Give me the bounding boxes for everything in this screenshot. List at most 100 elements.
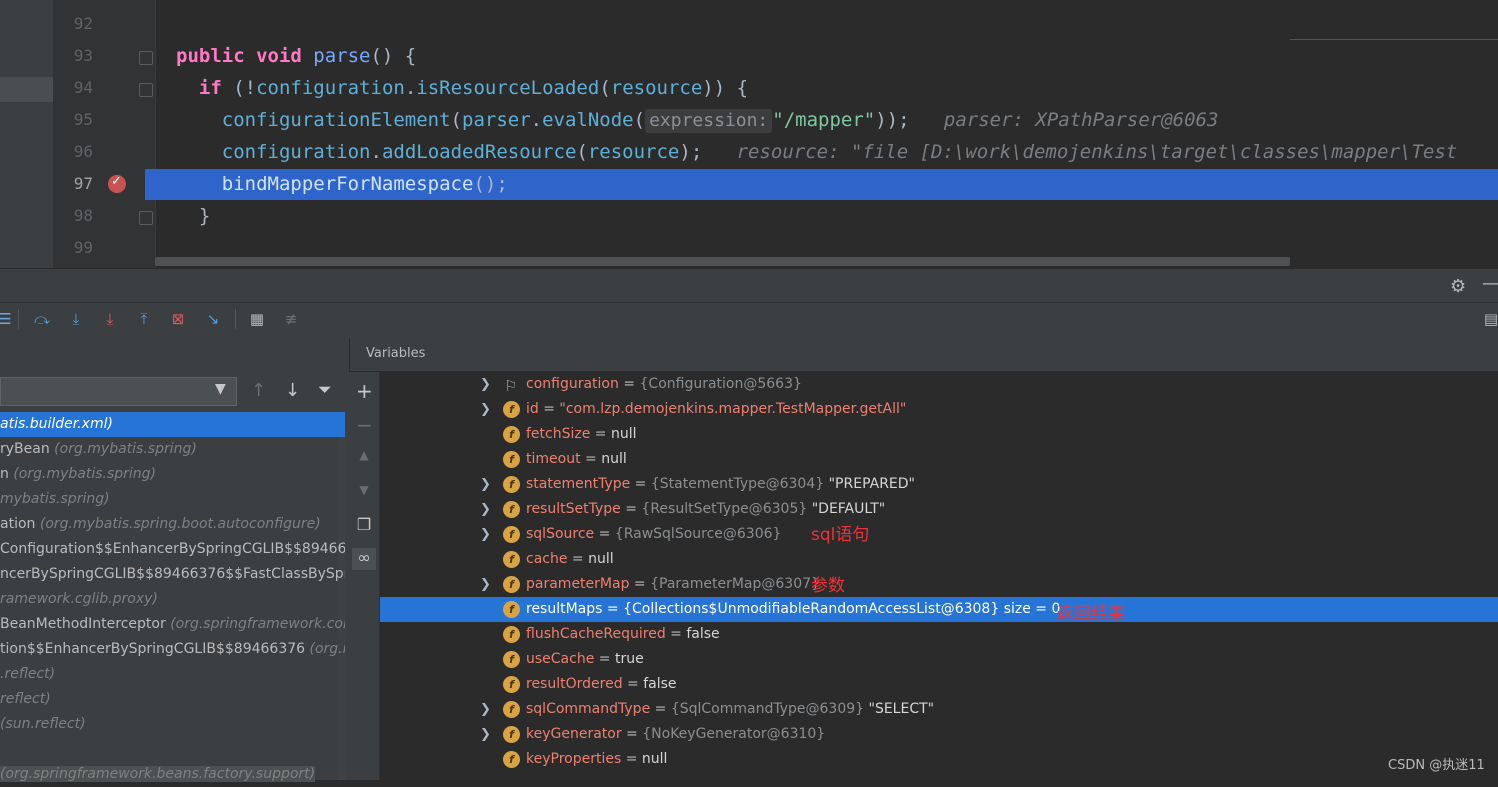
variable-row[interactable]: f resultMaps = {Collections$UnmodifiableR… (380, 597, 1498, 622)
run-to-cursor-icon[interactable]: ↘ (202, 308, 224, 330)
stack-frame[interactable]: ncerBySpringCGLIB$$89466376$$FastClassBy… (0, 562, 345, 587)
code-line[interactable]: configurationElement(parser.evalNode(exp… (176, 104, 1218, 136)
expand-arrow-icon[interactable]: ❯ (480, 722, 491, 747)
expand-arrow-icon[interactable]: ❯ (480, 522, 491, 547)
variable-row[interactable]: f cache = null (380, 547, 1498, 572)
expand-arrow-icon[interactable]: ❯ (480, 372, 491, 397)
fold-marker-icon[interactable] (139, 51, 153, 65)
stack-frame[interactable] (0, 737, 345, 762)
code-token: ( (576, 141, 588, 163)
code-token: . (530, 109, 543, 131)
drop-frame-icon[interactable]: ⊠ (167, 308, 189, 330)
annotation-result: 返回结果 (1057, 604, 1125, 624)
stack-frame[interactable]: Configuration$$EnhancerBySpringCGLIB$$89… (0, 537, 345, 562)
code-line[interactable]: configuration.addLoadedResource(resource… (176, 136, 1457, 168)
stack-frame[interactable]: ramework.cglib.proxy) (0, 587, 345, 612)
watches-glasses-icon[interactable]: ∞ (352, 548, 376, 570)
toolbar-separator (18, 309, 19, 329)
thread-selector[interactable]: ▼ (0, 377, 237, 406)
equals-sign: = (590, 426, 611, 442)
line-number[interactable]: 97 (53, 168, 93, 200)
variable-row[interactable]: ❯ f id = "com.lzp.demojenkins.mapper.TestM… (380, 397, 1498, 422)
code-line[interactable]: public void parse() { (176, 40, 416, 72)
expand-arrow-icon[interactable]: ❯ (480, 472, 491, 497)
line-number[interactable]: 98 (53, 200, 93, 232)
field-icon: f (503, 651, 520, 668)
stack-frame[interactable]: mybatis.spring) (0, 487, 345, 512)
step-out-icon[interactable]: ⤒ (133, 308, 155, 330)
stack-frame[interactable]: ation (org.mybatis.spring.boot.autoconfi… (0, 512, 345, 537)
remove-watch-icon[interactable]: − (356, 413, 373, 437)
line-number[interactable]: 92 (53, 8, 93, 40)
code-token: resource (587, 141, 680, 163)
variables-header: Variables (349, 338, 1498, 372)
frame-method: n (0, 466, 14, 482)
filter-icon[interactable]: ⏷ (318, 380, 332, 400)
horizontal-scrollbar[interactable] (155, 257, 1290, 266)
variable-row[interactable]: ❯ f keyGenerator = {NoKeyGenerator@6310} (380, 722, 1498, 747)
layout-icon[interactable]: ☰ (0, 308, 16, 330)
expand-arrow-icon[interactable]: ❯ (480, 697, 491, 722)
variable-row[interactable]: ❯ f resultSetType = {ResultSetType@6305} "… (380, 497, 1498, 522)
arrow-down-icon[interactable]: ↓ (285, 380, 300, 401)
code-token: (! (233, 77, 257, 99)
restore-layout-icon[interactable]: ▤ (1480, 308, 1498, 330)
variable-row[interactable]: ❯ f statementType = {StatementType@6304} "… (380, 472, 1498, 497)
variable-row[interactable]: ❯ f sqlSource = {RawSqlSource@6306} (380, 522, 1498, 547)
move-up-icon[interactable]: ▲ (356, 448, 372, 468)
gear-icon[interactable]: ⚙ (1450, 276, 1466, 297)
fold-marker-icon[interactable] (139, 83, 153, 97)
stack-frame[interactable]: BeanMethodInterceptor (org.springframewo… (0, 612, 345, 637)
variable-row[interactable]: ❯ f sqlCommandType = {SqlCommandType@6309}… (380, 697, 1498, 722)
line-number[interactable]: 94 (53, 72, 93, 104)
stack-frame[interactable]: (org.springframework.beans.factory.suppo… (0, 762, 345, 787)
line-number[interactable]: 99 (53, 232, 93, 264)
line-number[interactable]: 93 (53, 40, 93, 72)
frame-package: atis.builder.xml) (0, 416, 113, 432)
variable-row[interactable]: f useCache = true (380, 647, 1498, 672)
step-over-icon[interactable]: ⤓ (65, 308, 87, 330)
arrow-up-icon[interactable]: ↑ (251, 380, 266, 401)
code-editor[interactable]: 92 93 94 95 96 97 98 99 ✓ public void parse() {… (0, 0, 1498, 268)
breakpoint-icon[interactable]: ✓ (108, 174, 126, 193)
stack-frame[interactable]: tion$$EnhancerBySpringCGLIB$$89466376 (o… (0, 637, 345, 662)
variable-type: {Configuration@5663} (639, 376, 802, 392)
variable-row[interactable]: ❯ f parameterMap = {ParameterMap@6307} (380, 572, 1498, 597)
variable-row[interactable]: f keyProperties = null (380, 747, 1498, 772)
stack-frame[interactable]: atis.builder.xml) (0, 412, 345, 437)
variable-row[interactable]: ❯ ⚐ configuration = {Configuration@5663} (380, 372, 1498, 397)
copy-icon[interactable]: ❐ (356, 515, 372, 535)
variable-name: statementType (526, 476, 631, 492)
variable-row[interactable]: f flushCacheRequired = false (380, 622, 1498, 647)
code-line[interactable]: } (176, 200, 210, 232)
move-down-icon[interactable]: ▼ (356, 483, 372, 503)
code-token: } (198, 205, 211, 227)
code-line[interactable]: bindMapperForNamespace(); (176, 168, 508, 200)
line-number[interactable]: 96 (53, 136, 93, 168)
stack-frame[interactable]: reflect) (0, 687, 345, 712)
minimize-icon[interactable]: — (1482, 273, 1498, 294)
expand-arrow-icon[interactable]: ❯ (480, 397, 491, 422)
variable-row[interactable]: f timeout = null (380, 447, 1498, 472)
equals-sign: = (594, 526, 615, 542)
variable-value: null (601, 451, 627, 467)
trace-icon[interactable]: ≢ (280, 308, 302, 330)
stack-frame[interactable]: (sun.reflect) (0, 712, 345, 737)
add-watch-icon[interactable]: + (356, 379, 373, 403)
stack-frame[interactable]: .reflect) (0, 662, 345, 687)
variable-row[interactable]: f resultOrdered = false (380, 672, 1498, 697)
show-execution-point-icon[interactable]: ⤼ (31, 308, 53, 330)
step-into-icon[interactable]: ⤓ (99, 308, 121, 330)
line-number[interactable]: 95 (53, 104, 93, 136)
variable-name: keyGenerator (526, 726, 622, 742)
variable-row[interactable]: f fetchSize = null (380, 422, 1498, 447)
code-line[interactable]: if (!configuration.isResourceLoaded(reso… (176, 72, 748, 104)
expand-arrow-icon[interactable]: ❯ (480, 572, 491, 597)
equals-sign: = (618, 376, 640, 392)
evaluate-expression-icon[interactable]: ▦ (246, 308, 268, 330)
stack-frame[interactable]: ryBean (org.mybatis.spring) (0, 437, 345, 462)
stack-frame[interactable]: n (org.mybatis.spring) (0, 462, 345, 487)
variable-text: parameterMap = {ParameterMap@6307} (526, 572, 820, 597)
fold-marker-icon[interactable] (139, 211, 153, 225)
expand-arrow-icon[interactable]: ❯ (480, 497, 491, 522)
